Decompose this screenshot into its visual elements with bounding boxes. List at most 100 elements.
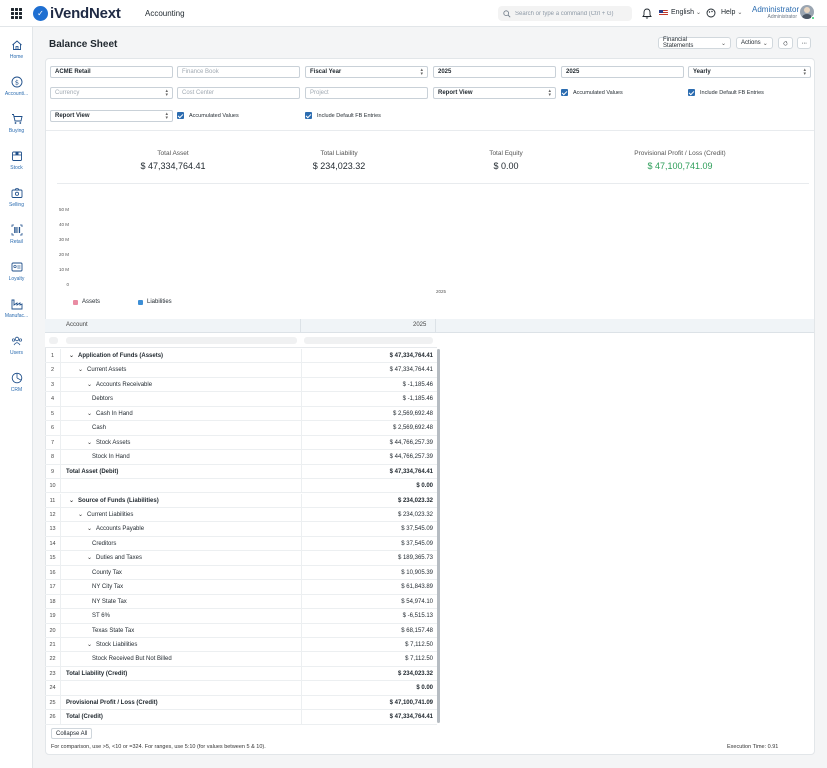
- table-row[interactable]: 1 ⌄ Application of Funds (Assets) $ 47,334,…: [45, 349, 437, 364]
- app-grid-icon[interactable]: [11, 8, 22, 19]
- row-number: 5: [50, 410, 55, 417]
- table-row[interactable]: 23 Total Liability (Credit) $ 234,023.32: [45, 666, 437, 682]
- table-row[interactable]: 13 ⌄ Accounts Payable $ 37,545.09: [45, 522, 437, 537]
- table-row[interactable]: 8 Stock In Hand $ 44,766,257.39: [45, 450, 437, 465]
- sidebar-item-retail[interactable]: Retail: [0, 224, 33, 245]
- cost-center-field[interactable]: Cost Center: [177, 87, 300, 99]
- to-year-value: 2025: [566, 69, 580, 75]
- table-row[interactable]: 5 ⌄ Cash In Hand $ 2,569,692.48: [45, 406, 437, 422]
- theme-palette-icon[interactable]: [706, 8, 716, 18]
- account-cell: ⌄ Cash In Hand: [87, 407, 133, 420]
- table-row[interactable]: 6 Cash $ 2,569,692.48: [45, 421, 437, 436]
- include-default-fb-checkbox-2[interactable]: Include Default FB Entries: [305, 112, 381, 119]
- collapse-chevron-icon[interactable]: ⌄: [87, 522, 92, 536]
- collapse-chevron-icon[interactable]: ⌄: [87, 378, 92, 392]
- table-row[interactable]: 3 ⌄ Accounts Receivable $ -1,185.46: [45, 377, 437, 393]
- column-header-2025[interactable]: 2025: [413, 322, 426, 328]
- sidebar-item-manufacturing[interactable]: Manufac...: [0, 298, 33, 319]
- sidebar-item-label: Buying: [8, 128, 25, 134]
- report-view-select[interactable]: Report View ▴ ▾: [433, 87, 556, 99]
- collapse-chevron-icon[interactable]: ⌄: [87, 407, 92, 421]
- sidebar-item-loyalty[interactable]: Loyalty: [0, 261, 33, 282]
- report-view-select-2[interactable]: Report View ▴ ▾: [50, 110, 173, 122]
- bell-icon[interactable]: [642, 8, 652, 19]
- table-row[interactable]: 14 Creditors $ 37,545.09: [45, 536, 437, 552]
- search-bar[interactable]: [498, 6, 632, 21]
- collapse-chevron-icon[interactable]: ⌄: [87, 551, 92, 565]
- row-filter-cell: [49, 337, 58, 344]
- sidebar-item-buying[interactable]: Buying: [0, 113, 33, 134]
- currency-select[interactable]: Currency ▴ ▾: [50, 87, 173, 99]
- table-row[interactable]: 25 Provisional Profit / Loss (Credit) $ 47…: [45, 695, 437, 711]
- table-row[interactable]: 17 NY City Tax $ 61,843.89: [45, 580, 437, 595]
- chevron-down-icon: ⌄: [720, 40, 726, 47]
- account-filter-input[interactable]: [66, 337, 297, 344]
- summary-label: Total Asset: [157, 150, 189, 157]
- account-label: Current Assets: [87, 367, 127, 374]
- table-row[interactable]: 15 ⌄ Duties and Taxes $ 189,365.73: [45, 551, 437, 566]
- language-selector[interactable]: English ⌄: [659, 9, 701, 16]
- search-input[interactable]: [515, 10, 630, 17]
- collapse-chevron-icon[interactable]: ⌄: [69, 494, 74, 508]
- collapse-chevron-icon[interactable]: ⌄: [87, 638, 92, 652]
- table-row[interactable]: 9 Total Asset (Debit) $ 47,334,764.41: [45, 464, 437, 480]
- period-type-select[interactable]: Fiscal Year ▴ ▾: [305, 66, 428, 78]
- amount-cell: $ 189,365.73: [301, 551, 433, 565]
- from-fiscal-year-field[interactable]: 2025: [433, 66, 556, 78]
- accumulated-values-label: Accumulated Values: [189, 112, 239, 119]
- include-default-fb-checkbox[interactable]: Include Default FB Entries: [688, 89, 764, 96]
- table-row[interactable]: 12 ⌄ Current Liabilities $ 234,023.32: [45, 507, 437, 523]
- account-cell: Stock Received But Not Billed: [92, 652, 172, 665]
- column-header-account[interactable]: Account: [66, 322, 88, 328]
- company-field[interactable]: ACME Retail: [50, 66, 173, 78]
- table-row[interactable]: 24 $ 0.00: [45, 681, 437, 696]
- table-row[interactable]: 7 ⌄ Stock Assets $ 44,766,257.39: [45, 435, 437, 451]
- table-row[interactable]: 26 Total (Credit) $ 47,334,764.41: [45, 710, 437, 725]
- brand-logo[interactable]: ✓ iVendNext: [33, 5, 121, 22]
- amount-cell: $ 44,766,257.39: [301, 435, 433, 450]
- account-cell: ⌄ Current Liabilities: [78, 508, 133, 521]
- table-row[interactable]: 16 County Tax $ 10,905.39: [45, 565, 437, 581]
- sidebar-item-users[interactable]: Users: [0, 335, 33, 356]
- project-field[interactable]: Project: [305, 87, 428, 99]
- more-options-button[interactable]: ···: [797, 37, 811, 49]
- accumulated-values-checkbox-2[interactable]: Accumulated Values: [177, 112, 239, 119]
- financial-statements-button[interactable]: Financial Statements ⌄: [658, 37, 731, 49]
- account-cell: ⌄ Duties and Taxes: [87, 551, 142, 564]
- column-separator: [60, 652, 61, 666]
- amount-filter-input[interactable]: [304, 337, 433, 344]
- collapse-chevron-icon[interactable]: ⌄: [78, 363, 83, 377]
- actions-button[interactable]: Actions ⌄: [736, 37, 773, 49]
- sidebar-item-crm[interactable]: CRM: [0, 372, 33, 393]
- column-separator: [60, 435, 61, 450]
- module-breadcrumb[interactable]: Accounting: [145, 9, 185, 18]
- table-row[interactable]: 10 $ 0.00: [45, 479, 437, 494]
- collapse-chevron-icon[interactable]: ⌄: [69, 349, 74, 363]
- collapse-chevron-icon[interactable]: ⌄: [78, 508, 83, 522]
- table-row[interactable]: 19 ST 6% $ -6,515.13: [45, 609, 437, 624]
- sidebar-item-selling[interactable]: Selling: [0, 187, 33, 208]
- sidebar-item-home[interactable]: Home: [0, 39, 33, 60]
- legend-item-liabilities[interactable]: Liabilities: [138, 299, 172, 305]
- collapse-chevron-icon[interactable]: ⌄: [87, 436, 92, 450]
- table-row[interactable]: 18 NY State Tax $ 54,974.10: [45, 594, 437, 610]
- table-row[interactable]: 11 ⌄ Source of Funds (Liabilities) $ 234,02…: [45, 493, 437, 508]
- sidebar-item-accounting[interactable]: $ Accounti...: [0, 76, 33, 97]
- table-row[interactable]: 2 ⌄ Current Assets $ 47,334,764.41: [45, 363, 437, 378]
- finance-book-field[interactable]: Finance Book: [177, 66, 300, 78]
- sidebar-item-stock[interactable]: Stock: [0, 150, 33, 171]
- collapse-all-button[interactable]: Collapse All: [51, 728, 93, 739]
- to-fiscal-year-field[interactable]: 2025: [561, 66, 684, 78]
- table-row[interactable]: 20 Texas State Tax $ 68,157.48: [45, 623, 437, 638]
- table-scrollbar[interactable]: [437, 349, 440, 723]
- table-row[interactable]: 21 ⌄ Stock Liabilities $ 7,112.50: [45, 638, 437, 653]
- legend-swatch-assets: [73, 299, 78, 305]
- refresh-button[interactable]: [778, 37, 793, 49]
- table-row[interactable]: 4 Debtors $ -1,185.46: [45, 392, 437, 407]
- help-menu[interactable]: Help ⌄: [721, 9, 742, 16]
- user-menu[interactable]: Administrator Administrator: [752, 5, 799, 20]
- accumulated-values-checkbox[interactable]: Accumulated Values: [561, 89, 623, 96]
- periodicity-select[interactable]: Yearly ▴ ▾: [688, 66, 811, 78]
- legend-item-assets[interactable]: Assets: [73, 299, 100, 305]
- table-row[interactable]: 22 Stock Received But Not Billed $ 7,112.5…: [45, 652, 437, 667]
